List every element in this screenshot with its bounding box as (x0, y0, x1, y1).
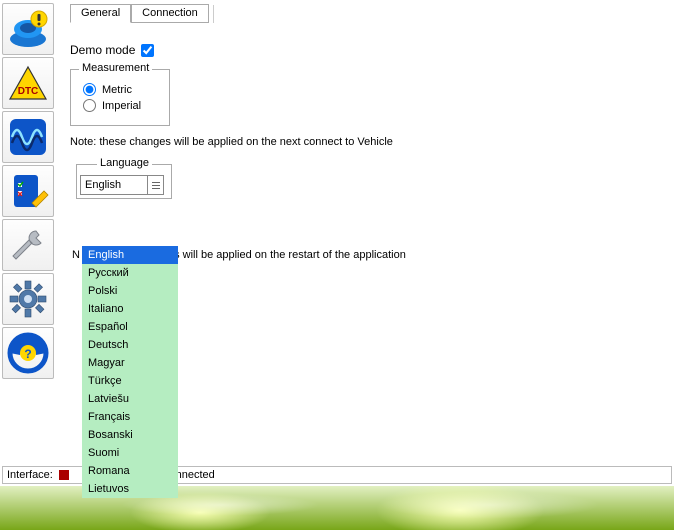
language-option[interactable]: Türkçe (82, 372, 178, 390)
tab-separator (213, 5, 214, 23)
svg-text:DTC: DTC (18, 86, 39, 97)
status-led (59, 470, 69, 480)
tab-connection[interactable]: Connection (131, 4, 209, 23)
car-info-button[interactable] (2, 3, 54, 55)
gear-icon (6, 277, 50, 321)
checklist-button[interactable] (2, 165, 54, 217)
demo-mode-label: Demo mode (70, 43, 135, 57)
metric-label: Metric (102, 84, 132, 96)
language-option[interactable]: English (82, 246, 178, 264)
dtc-icon: DTC (6, 61, 50, 105)
wrench-button[interactable] (2, 219, 54, 271)
note-vehicle: Note: these changes will be applied on t… (70, 136, 666, 148)
demo-mode-checkbox[interactable] (141, 44, 154, 57)
language-dropdown[interactable]: EnglishРусскийPolskiItalianoEspañolDeuts… (82, 246, 178, 498)
language-option[interactable]: Français (82, 408, 178, 426)
oscilloscope-icon (6, 115, 50, 159)
language-option[interactable]: Italiano (82, 300, 178, 318)
oscilloscope-button[interactable] (2, 111, 54, 163)
language-option[interactable]: Русский (82, 264, 178, 282)
steering-help-button[interactable]: ? (2, 327, 54, 379)
dtc-button[interactable]: DTC (2, 57, 54, 109)
language-option[interactable]: Romana (82, 462, 178, 480)
metric-radio[interactable] (83, 83, 96, 96)
language-legend: Language (97, 157, 152, 169)
language-select[interactable]: English (80, 175, 164, 195)
language-option[interactable]: Lietuvos (82, 480, 178, 498)
measurement-group: Measurement Metric Imperial (70, 69, 170, 126)
language-selected-text: English (81, 178, 147, 192)
dropdown-button-icon[interactable] (147, 176, 163, 194)
sidebar: DTC (0, 0, 60, 466)
measurement-legend: Measurement (79, 62, 152, 74)
car-info-icon (6, 7, 50, 51)
imperial-radio[interactable] (83, 99, 96, 112)
tab-general[interactable]: General (70, 4, 131, 23)
language-option[interactable]: Español (82, 318, 178, 336)
status-interface-label: Interface: (7, 469, 53, 481)
language-option[interactable]: Magyar (82, 354, 178, 372)
language-option[interactable]: Deutsch (82, 336, 178, 354)
language-option[interactable]: Polski (82, 282, 178, 300)
language-option[interactable]: Bosanski (82, 426, 178, 444)
steering-help-icon: ? (6, 331, 50, 375)
language-option[interactable]: Suomi (82, 444, 178, 462)
wrench-icon (6, 223, 50, 267)
language-group: Language English (76, 164, 172, 199)
settings-button[interactable] (2, 273, 54, 325)
language-option[interactable]: Latviešu (82, 390, 178, 408)
svg-text:?: ? (24, 347, 31, 361)
imperial-label: Imperial (102, 100, 141, 112)
checklist-icon (6, 169, 50, 213)
tabs: General Connection (70, 4, 666, 23)
